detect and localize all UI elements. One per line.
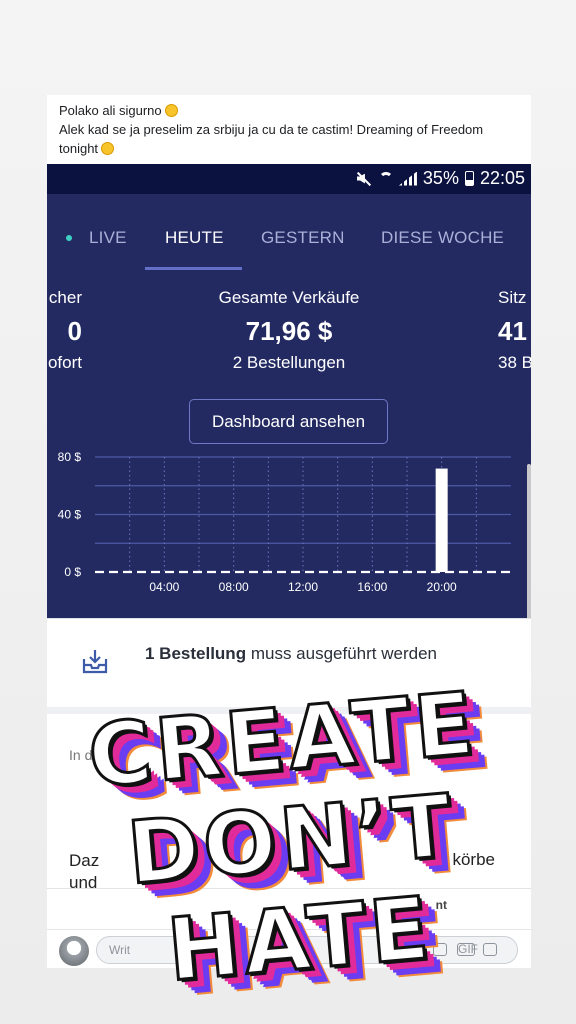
post-line-1: Polako ali sigurno (59, 103, 162, 118)
tab-live[interactable]: LIVE (89, 228, 127, 248)
post-text: Polako ali sigurno Alek kad se ja presel… (59, 101, 519, 158)
active-tab-indicator (145, 267, 242, 270)
metric-right[interactable]: Sitz 41 38 B (498, 288, 531, 373)
tab-diese-woche[interactable]: DIESE WOCHE (381, 228, 504, 248)
order-notice-text: 1 Bestellung muss ausgeführt werden (145, 641, 505, 666)
laugh-emoji-icon (101, 142, 115, 155)
metric-right-value: 41 (498, 316, 527, 346)
metric-left[interactable]: cher 0 ofort (47, 288, 82, 373)
mute-icon (355, 171, 373, 187)
inbox-download-icon (82, 650, 108, 674)
order-notice-bold: 1 Bestellung (145, 644, 247, 663)
chart-y-tick-label: 40 $ (58, 508, 82, 522)
chart-x-tick-label: 04:00 (149, 580, 179, 594)
chart-x-tick-label: 12:00 (288, 580, 318, 594)
sales-chart: 80 $ 40 $ 0 $ 04:00 08:00 12:00 16:00 20:00 (58, 450, 511, 594)
metric-total-sales-value: 71,96 $ (245, 316, 333, 346)
metric-total-sales-sub: 2 Bestellungen (232, 353, 346, 372)
chart-x-tick-label: 08:00 (219, 580, 249, 594)
battery-icon (464, 171, 474, 186)
scroll-handle[interactable] (527, 464, 531, 618)
dashboard-button[interactable]: Dashboard ansehen (189, 399, 388, 444)
wifi-icon (378, 171, 393, 186)
metric-left-sub: ofort (47, 353, 82, 372)
shop-app-screenshot: 35% 22:05 LIVE HEUTE GESTERN DIESE WOCHE… (47, 164, 531, 618)
chart-bar (435, 468, 448, 572)
metric-left-label: cher (48, 288, 82, 307)
clock: 22:05 (479, 168, 525, 188)
chart-x-tick-label: 16:00 (357, 580, 387, 594)
chart-x-tick-label: 20:00 (427, 580, 457, 594)
tab-heute[interactable]: HEUTE (165, 228, 224, 248)
live-dot-icon (66, 235, 72, 241)
metric-total-sales-label: Gesamte Verkäufe (218, 288, 360, 307)
order-notice-rest: muss ausgeführt werden (250, 644, 437, 663)
tab-gestern[interactable]: GESTERN (261, 228, 345, 248)
metric-right-label: Sitz (498, 288, 527, 307)
period-tabs: LIVE HEUTE GESTERN DIESE WOCHE (47, 194, 531, 270)
metric-total-sales[interactable]: Gesamte Verkäufe 71,96 $ 2 Bestellungen (189, 288, 389, 373)
chart-y-tick-label: 0 $ (64, 565, 81, 579)
post-line-2: Alek kad se ja preselim za srbiju ja cu … (59, 122, 484, 137)
create-dont-hate-sticker: CREATE DON’T HATE (59, 671, 524, 1018)
metric-left-value: 0 (67, 316, 82, 346)
post-line-3: tonight (59, 141, 99, 156)
chart-y-tick-label: 80 $ (58, 450, 82, 464)
status-bar: 35% 22:05 (47, 164, 531, 194)
metric-right-sub: 38 B (498, 353, 531, 372)
signal-icon (398, 171, 417, 186)
grin-emoji-icon (164, 104, 178, 117)
battery-percent: 35% (422, 168, 459, 188)
